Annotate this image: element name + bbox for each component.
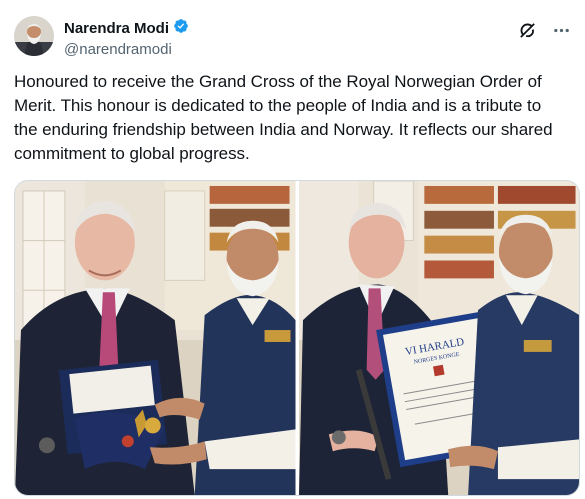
post-photo-1[interactable]: [15, 181, 296, 495]
post-header: Narendra Modi @narendramodi: [14, 14, 571, 58]
grok-icon[interactable]: [517, 20, 537, 40]
more-options-icon[interactable]: [551, 20, 571, 40]
author-block: Narendra Modi @narendramodi: [64, 18, 189, 59]
post-text: Honoured to receive the Grand Cross of t…: [14, 72, 553, 163]
media-grid: VI HARALD NORGES KONGE: [14, 180, 580, 496]
author-display-name[interactable]: Narendra Modi: [64, 20, 169, 38]
author-handle[interactable]: @narendramodi: [64, 41, 189, 59]
post-actions: [517, 20, 571, 40]
verified-badge-icon: [173, 18, 189, 39]
avatar[interactable]: [14, 16, 54, 56]
post-photo-2[interactable]: VI HARALD NORGES KONGE: [298, 181, 579, 495]
